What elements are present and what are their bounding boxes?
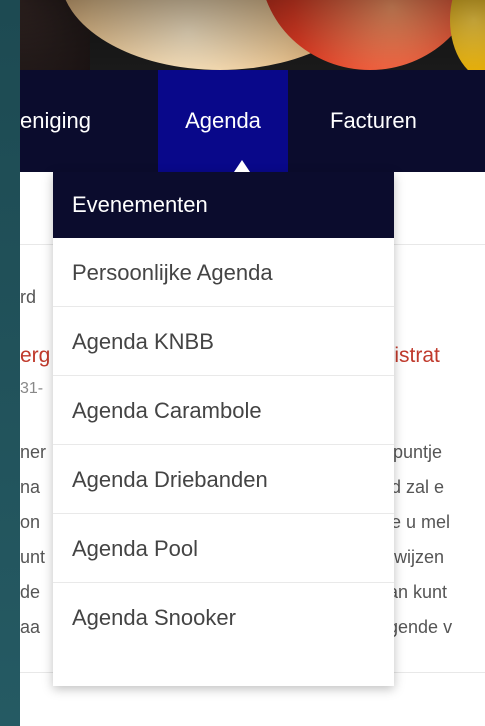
main-navigation: eniging Agenda Facturen (20, 70, 485, 172)
page: eniging Agenda Facturen rd erg inistrat … (20, 0, 485, 726)
body-text-line: unt (20, 547, 46, 567)
menu-item-persoonlijke-agenda[interactable]: Persoonlijke Agenda (53, 238, 394, 307)
event-date: 31- (20, 380, 44, 397)
nav-item-agenda[interactable]: Agenda (158, 70, 288, 172)
event-title-link[interactable]: erg (20, 344, 50, 368)
body-text-line: na (20, 477, 41, 497)
menu-item-agenda-knbb[interactable]: Agenda KNBB (53, 307, 394, 376)
header-banner-image (20, 0, 485, 70)
menu-item-agenda-driebanden[interactable]: Agenda Driebanden (53, 445, 394, 514)
body-text-line: de (20, 582, 41, 602)
body-text-line: aa (20, 617, 41, 637)
nav-item-vereniging[interactable]: eniging (20, 70, 160, 172)
dropdown-caret-icon (234, 160, 250, 172)
nav-item-facturen[interactable]: Facturen (330, 70, 470, 172)
menu-item-agenda-pool[interactable]: Agenda Pool (53, 514, 394, 583)
section-label: rd (20, 287, 37, 307)
menu-item-evenementen[interactable]: Evenementen (53, 172, 394, 238)
body-text-line: on (20, 512, 41, 532)
menu-item-agenda-snooker[interactable]: Agenda Snooker (53, 583, 394, 652)
menu-item-agenda-carambole[interactable]: Agenda Carambole (53, 376, 394, 445)
agenda-dropdown-menu: Evenementen Persoonlijke Agenda Agenda K… (53, 172, 394, 686)
body-text-line: ner (20, 442, 47, 462)
banner-overlay (20, 0, 485, 70)
